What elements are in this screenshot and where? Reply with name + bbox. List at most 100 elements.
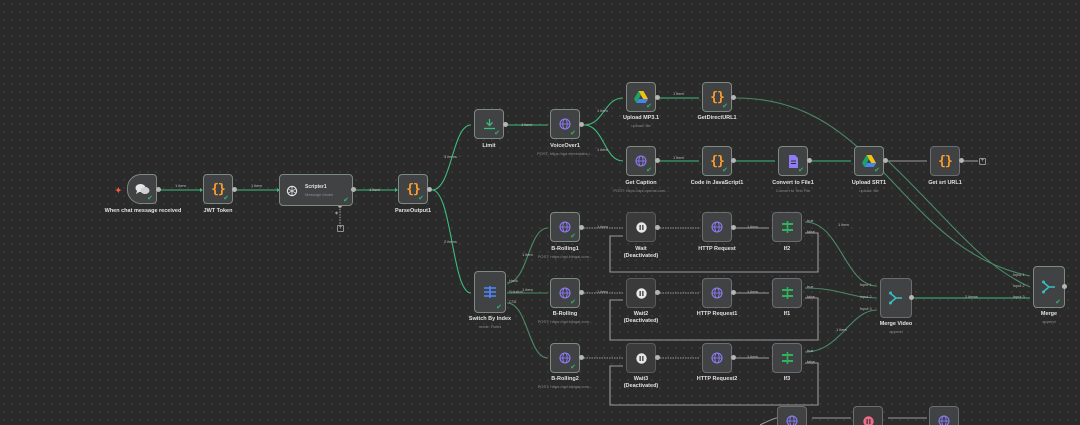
node-label: Switch By Index bbox=[468, 316, 512, 322]
output-connector[interactable] bbox=[579, 122, 584, 127]
edge-label: 1 item bbox=[747, 354, 758, 359]
node-scripter[interactable]: Scripter1 Message Model ✔ bbox=[279, 174, 353, 206]
node-subtitle: POST: https://api.klingai.com... bbox=[537, 254, 593, 259]
globe-icon bbox=[938, 415, 950, 425]
merge-icon bbox=[889, 291, 902, 305]
workflow-canvas[interactable]: ✦ ✔ When chat message received 1 item {}… bbox=[0, 0, 1080, 425]
output-connector[interactable] bbox=[655, 225, 660, 230]
output-connector[interactable] bbox=[156, 187, 161, 192]
node-get-caption[interactable]: ✔ bbox=[626, 146, 656, 176]
node-http-request[interactable] bbox=[702, 212, 732, 242]
node-partial-http-2[interactable] bbox=[929, 406, 959, 425]
node-code-javascript[interactable]: {} ✔ bbox=[702, 146, 732, 176]
output-connector[interactable] bbox=[579, 355, 584, 360]
input-port-label: Input 2 bbox=[1013, 284, 1025, 288]
input-port-label: Input 2 bbox=[860, 295, 872, 299]
output-connector[interactable] bbox=[731, 95, 736, 100]
node-merge[interactable]: ✔ bbox=[1033, 266, 1065, 308]
node-if2[interactable] bbox=[772, 212, 802, 242]
node-limit[interactable]: ✔ bbox=[474, 109, 504, 139]
node-voiceover[interactable]: ✔ bbox=[550, 109, 580, 139]
node-partial-wait[interactable] bbox=[853, 406, 883, 425]
node-label: Limit bbox=[482, 143, 496, 149]
node-wait[interactable] bbox=[626, 212, 656, 242]
node-chat-trigger[interactable]: ✔ bbox=[127, 174, 157, 204]
globe-icon bbox=[711, 221, 723, 233]
node-subtitle: upload: file bbox=[859, 188, 879, 193]
success-check-icon: ✔ bbox=[494, 130, 500, 137]
output-connector[interactable] bbox=[427, 187, 432, 192]
node-label: HTTP Request1 bbox=[696, 311, 738, 317]
edge-label: 1 item bbox=[838, 222, 849, 227]
output-connector[interactable] bbox=[909, 295, 914, 300]
output-connector[interactable] bbox=[503, 122, 508, 127]
output-connector[interactable] bbox=[731, 290, 736, 295]
add-model-button[interactable]: + bbox=[337, 225, 344, 232]
node-get-srt-url[interactable]: {} bbox=[930, 146, 960, 176]
success-check-icon: ✔ bbox=[343, 197, 349, 204]
node-merge-video[interactable] bbox=[880, 278, 912, 318]
pause-icon bbox=[635, 287, 647, 299]
output-connector[interactable] bbox=[731, 355, 736, 360]
node-subtitle: POST: https://api.klingai.com... bbox=[537, 319, 593, 324]
success-check-icon: ✔ bbox=[646, 167, 652, 174]
node-wait2[interactable] bbox=[626, 278, 656, 308]
edge-label: 1 item bbox=[597, 289, 608, 294]
if-icon bbox=[781, 352, 793, 364]
node-subtitle: append bbox=[1042, 319, 1056, 324]
node-label: HTTP Request2 bbox=[696, 376, 738, 382]
output-connector[interactable] bbox=[655, 158, 660, 163]
output-connector[interactable] bbox=[1062, 284, 1067, 289]
node-status: (Deactivated) bbox=[623, 318, 659, 324]
output-connector[interactable] bbox=[579, 290, 584, 295]
node-wait3[interactable] bbox=[626, 343, 656, 373]
true-port-label: true bbox=[807, 285, 814, 289]
globe-icon bbox=[786, 415, 798, 425]
success-check-icon: ✔ bbox=[147, 195, 153, 202]
node-upload-srt[interactable]: ✔ bbox=[854, 146, 884, 176]
node-upload-mp3[interactable]: ✔ bbox=[626, 82, 656, 112]
success-check-icon: ✔ bbox=[646, 103, 652, 110]
node-label: ParseOutput1 bbox=[394, 208, 432, 214]
switch-icon bbox=[484, 286, 496, 298]
edge-label: 1 item bbox=[251, 183, 262, 188]
output-connector[interactable] bbox=[807, 158, 812, 163]
code-braces-icon: {} bbox=[938, 153, 953, 169]
node-http-request1[interactable] bbox=[702, 278, 732, 308]
output-connector[interactable] bbox=[731, 158, 736, 163]
output-connector[interactable] bbox=[232, 187, 237, 192]
node-label: GetDirectURL1 bbox=[697, 115, 737, 121]
node-switch-by-index[interactable]: ✔ bbox=[474, 271, 506, 313]
node-subtitle: POST: https://api.openai.com... bbox=[613, 188, 669, 193]
node-label: Upload MP3.1 bbox=[622, 115, 660, 121]
edge-label: 1 item bbox=[747, 289, 758, 294]
edge-label: 1 item bbox=[522, 287, 533, 292]
output-connector[interactable] bbox=[655, 290, 660, 295]
node-subtitle: mode: Rules bbox=[478, 324, 502, 329]
node-get-direct-url[interactable]: {} ✔ bbox=[702, 82, 732, 112]
node-status: (Deactivated) bbox=[623, 383, 659, 389]
node-partial-http[interactable] bbox=[777, 406, 807, 425]
output-connector[interactable] bbox=[655, 95, 660, 100]
node-b-rolling1[interactable]: ✔ bbox=[550, 212, 580, 242]
output-connector[interactable] bbox=[655, 355, 660, 360]
output-connector[interactable] bbox=[731, 225, 736, 230]
output-connector[interactable] bbox=[351, 187, 356, 192]
node-if3[interactable] bbox=[772, 343, 802, 373]
output-connector[interactable] bbox=[883, 158, 888, 163]
node-label: JWT Token bbox=[203, 208, 233, 214]
edge-label: 1 item bbox=[175, 183, 186, 188]
node-b-rolling[interactable]: ✔ bbox=[550, 278, 580, 308]
node-parse-output[interactable]: {} ✔ bbox=[398, 174, 428, 204]
output-connector[interactable] bbox=[579, 225, 584, 230]
node-if1[interactable] bbox=[772, 278, 802, 308]
node-b-rolling2[interactable]: ✔ bbox=[550, 343, 580, 373]
output-connector[interactable] bbox=[959, 158, 964, 163]
node-label: HTTP Request bbox=[698, 246, 736, 252]
node-jwt-token[interactable]: {} ✔ bbox=[203, 174, 233, 204]
add-node-button[interactable]: + bbox=[979, 158, 986, 165]
node-convert-to-file[interactable]: ✔ bbox=[778, 146, 808, 176]
node-http-request2[interactable] bbox=[702, 343, 732, 373]
success-check-icon: ✔ bbox=[570, 130, 576, 137]
node-label: Wait2 bbox=[633, 311, 649, 317]
